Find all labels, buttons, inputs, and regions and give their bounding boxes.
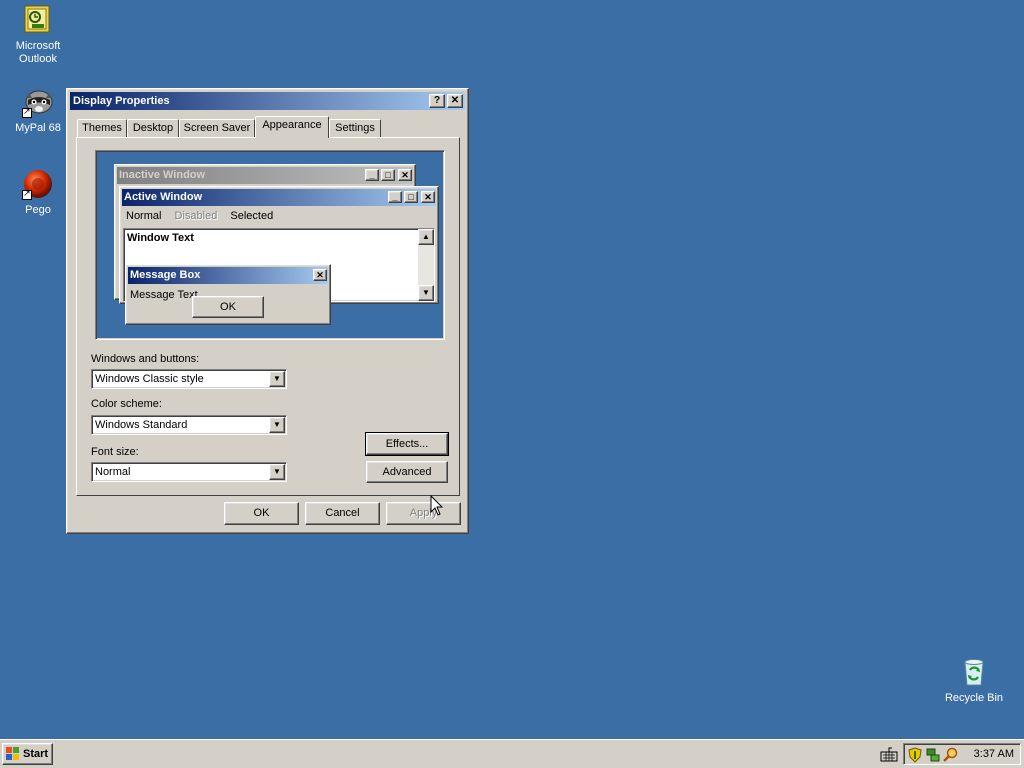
desktop-icon-label: Pego — [25, 204, 51, 216]
preview-scrollbar: ▲ ▼ — [418, 229, 434, 301]
shortcut-arrow-icon — [22, 106, 32, 118]
font-size-select[interactable]: Normal ▼ — [91, 462, 287, 482]
desktop-icon-label: Microsoft Outlook — [15, 40, 61, 65]
appearance-tab-panel: Inactive Window _ □ ✕ Active Window _ □ … — [76, 137, 460, 496]
advanced-button[interactable]: Advanced — [366, 461, 448, 483]
windows-logo-icon — [6, 747, 20, 761]
display-properties-dialog: Display Properties ? ✕ Themes Desktop Sc… — [66, 88, 469, 534]
preview-ok-button: OK — [192, 296, 264, 318]
security-shield-icon[interactable] — [907, 747, 923, 763]
preview-menu-disabled: Disabled — [174, 210, 218, 222]
maximize-icon: □ — [404, 191, 418, 203]
color-scheme-select[interactable]: Windows Standard ▼ — [91, 415, 287, 435]
cancel-button[interactable]: Cancel — [305, 502, 380, 525]
close-icon: ✕ — [398, 169, 412, 181]
chevron-down-icon[interactable]: ▼ — [269, 371, 285, 387]
preview-message-title: Message Box ✕ — [128, 267, 328, 284]
preview-message-text: Message Text — [130, 289, 198, 301]
tab-appearance[interactable]: Appearance — [255, 116, 329, 138]
ok-button[interactable]: OK — [224, 502, 299, 525]
preview-menu-normal: Normal — [126, 210, 162, 222]
start-label: Start — [23, 748, 49, 760]
font-size-value: Normal — [95, 466, 131, 478]
minimize-icon: _ — [388, 191, 402, 203]
color-scheme-value: Windows Standard — [95, 419, 188, 431]
windows-buttons-select[interactable]: Windows Classic style ▼ — [91, 369, 287, 389]
keyboard-icon[interactable] — [880, 746, 898, 762]
desktop-icon-mypal[interactable]: MyPal 68 — [0, 86, 76, 135]
effects-button[interactable]: Effects... — [365, 432, 449, 456]
preview-inactive-title: Inactive Window _ □ ✕ — [117, 167, 413, 184]
desktop-icon-recycle-bin[interactable]: Recycle Bin — [936, 656, 1012, 705]
close-button[interactable]: ✕ — [447, 94, 463, 108]
preview-menu-selected: Selected — [230, 210, 274, 222]
desktop-icon-pego[interactable]: Pego — [0, 168, 76, 217]
outlook-icon — [22, 4, 54, 36]
preview-window-text: Window Text — [127, 232, 194, 244]
desktop-icon-outlook[interactable]: Microsoft Outlook — [0, 4, 76, 66]
scroll-down-icon: ▼ — [418, 285, 434, 301]
dialog-title: Display Properties — [73, 95, 170, 107]
scroll-up-icon: ▲ — [418, 229, 434, 245]
windows-buttons-value: Windows Classic style — [95, 373, 204, 385]
color-scheme-label: Color scheme: — [91, 398, 162, 410]
close-icon: ✕ — [313, 269, 327, 281]
preview-message-box: Message Box ✕ Message Text OK — [125, 264, 331, 325]
preview-menu-bar: Normal Disabled Selected — [126, 210, 283, 222]
chevron-down-icon[interactable]: ▼ — [269, 417, 285, 433]
red-sphere-icon — [22, 168, 54, 200]
tab-desktop[interactable]: Desktop — [127, 119, 179, 137]
desktop-icon-label: MyPal 68 — [15, 122, 61, 134]
preview-active-title: Active Window _ □ ✕ — [122, 189, 436, 206]
clock[interactable]: 3:37 AM — [974, 744, 1014, 764]
close-icon: ✕ — [421, 191, 435, 203]
magnifier-icon[interactable] — [943, 747, 959, 763]
start-button[interactable]: Start — [2, 743, 53, 765]
windows-buttons-label: Windows and buttons: — [91, 353, 200, 365]
tab-screen-saver[interactable]: Screen Saver — [179, 119, 255, 137]
minimize-icon: _ — [365, 169, 379, 181]
chevron-down-icon[interactable]: ▼ — [269, 464, 285, 480]
maximize-icon: □ — [381, 169, 395, 181]
help-button[interactable]: ? — [429, 94, 445, 108]
desktop-icon-label: Recycle Bin — [944, 692, 1004, 704]
font-size-label: Font size: — [91, 446, 139, 458]
network-icon[interactable] — [925, 747, 941, 763]
system-tray: 3:37 AM — [903, 743, 1021, 765]
tab-settings[interactable]: Settings — [329, 119, 381, 137]
mouse-cursor-icon — [430, 495, 444, 516]
shortcut-arrow-icon — [22, 188, 32, 200]
taskbar: Start 3:37 AM — [0, 739, 1024, 768]
dialog-titlebar[interactable]: Display Properties ? ✕ — [70, 92, 465, 110]
appearance-preview[interactable]: Inactive Window _ □ ✕ Active Window _ □ … — [95, 150, 445, 340]
recycle-bin-icon — [958, 656, 990, 688]
tab-themes[interactable]: Themes — [77, 119, 127, 137]
raccoon-browser-icon — [22, 86, 54, 118]
apply-button[interactable]: Apply — [386, 502, 461, 525]
